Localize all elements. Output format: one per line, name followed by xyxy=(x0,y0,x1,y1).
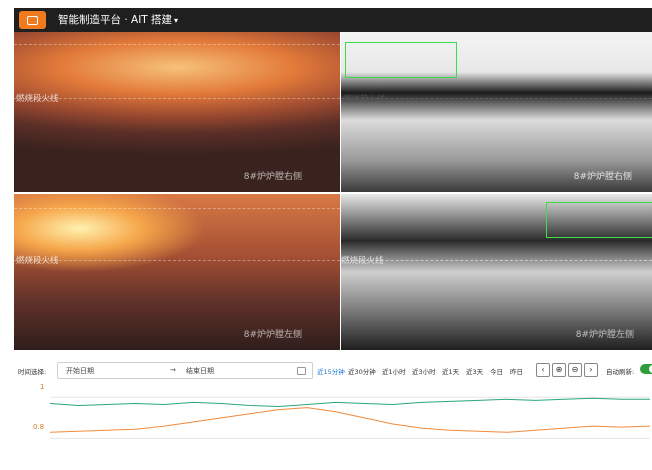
platform-logo-icon[interactable] xyxy=(19,11,46,29)
zone-label: 燃烧段火线 xyxy=(16,94,59,104)
start-date-input[interactable]: 开始日期 xyxy=(66,366,94,376)
end-date-input[interactable]: 结束日期 xyxy=(186,366,214,376)
quick-range-1d[interactable]: 近1天 xyxy=(442,366,459,376)
quick-range-15min[interactable]: 近15分钟 xyxy=(317,366,345,376)
ruler-line xyxy=(14,208,340,209)
auto-refresh-label: 自动刷新: xyxy=(606,368,635,376)
time-controls: 时间选择: 开始日期 → 结束日期 近15分钟 近30分钟 近1小时 近3小时 … xyxy=(14,361,652,379)
camera-view-bottom-left: 燃烧段火线 8#炉炉膛左侧 xyxy=(14,194,340,350)
camera-view-bottom-right: 燃烧段火线 8#炉炉膛左侧 xyxy=(341,194,652,350)
zone-label: 燃烧段火线 xyxy=(341,256,384,266)
camera-label: 8#炉炉膛右侧 xyxy=(243,172,302,182)
camera-view-top-left: 燃烧段火线 8#炉炉膛右侧 xyxy=(14,32,340,192)
platform-title: 智能制造平台 · AIT 搭建 xyxy=(58,14,173,26)
roi-box xyxy=(546,202,652,238)
series-line-0 xyxy=(49,397,650,408)
camera-label: 8#炉炉膛左侧 xyxy=(575,330,634,340)
camera-view-top-right: 燃烧段火线 8#炉炉膛右侧 xyxy=(341,32,652,192)
quick-range-1h[interactable]: 近1小时 xyxy=(382,366,406,376)
roi-box xyxy=(345,42,457,78)
time-select-label: 时间选择: xyxy=(18,368,47,376)
chevron-down-icon: ▾ xyxy=(174,16,179,25)
top-bar: 智能制造平台 · AIT 搭建 ▾ xyxy=(14,8,652,32)
camera-label: 8#炉炉膛右侧 xyxy=(573,172,632,182)
quick-range-today[interactable]: 今日 xyxy=(490,366,503,376)
camera-label: 8#炉炉膛左侧 xyxy=(243,330,302,340)
trend-chart-plot xyxy=(49,396,651,439)
quick-range-3h[interactable]: 近3小时 xyxy=(412,366,436,376)
zoom-out-button[interactable]: ⊖ xyxy=(568,363,582,377)
next-page-button[interactable]: › xyxy=(584,363,598,377)
quick-range-30min[interactable]: 近30分钟 xyxy=(348,366,376,376)
y-tick-label: 1 xyxy=(40,383,45,391)
trend-chart: 1 0.8 xyxy=(14,379,652,466)
quick-range-yesterday[interactable]: 昨日 xyxy=(510,366,523,376)
series-line-1 xyxy=(49,407,651,433)
ruler-line xyxy=(14,44,340,45)
quick-range-3d[interactable]: 近3天 xyxy=(466,366,483,376)
zone-label: 燃烧段火线 xyxy=(16,256,59,266)
auto-refresh-toggle[interactable] xyxy=(640,364,652,374)
platform-title-menu[interactable]: 智能制造平台 · AIT 搭建 ▾ xyxy=(58,12,178,29)
date-range-picker[interactable]: 开始日期 → 结束日期 xyxy=(57,362,313,379)
zoom-in-button[interactable]: ⊕ xyxy=(552,363,566,377)
fire-line xyxy=(14,98,340,99)
fire-line xyxy=(341,260,652,261)
zone-label: 燃烧段火线 xyxy=(343,95,386,105)
y-tick-label: 0.8 xyxy=(33,423,45,431)
fire-line xyxy=(341,98,652,99)
prev-page-button[interactable]: ‹ xyxy=(536,363,550,377)
calendar-icon[interactable] xyxy=(297,367,306,375)
range-arrow-icon: → xyxy=(170,366,176,374)
fire-line xyxy=(14,260,340,261)
